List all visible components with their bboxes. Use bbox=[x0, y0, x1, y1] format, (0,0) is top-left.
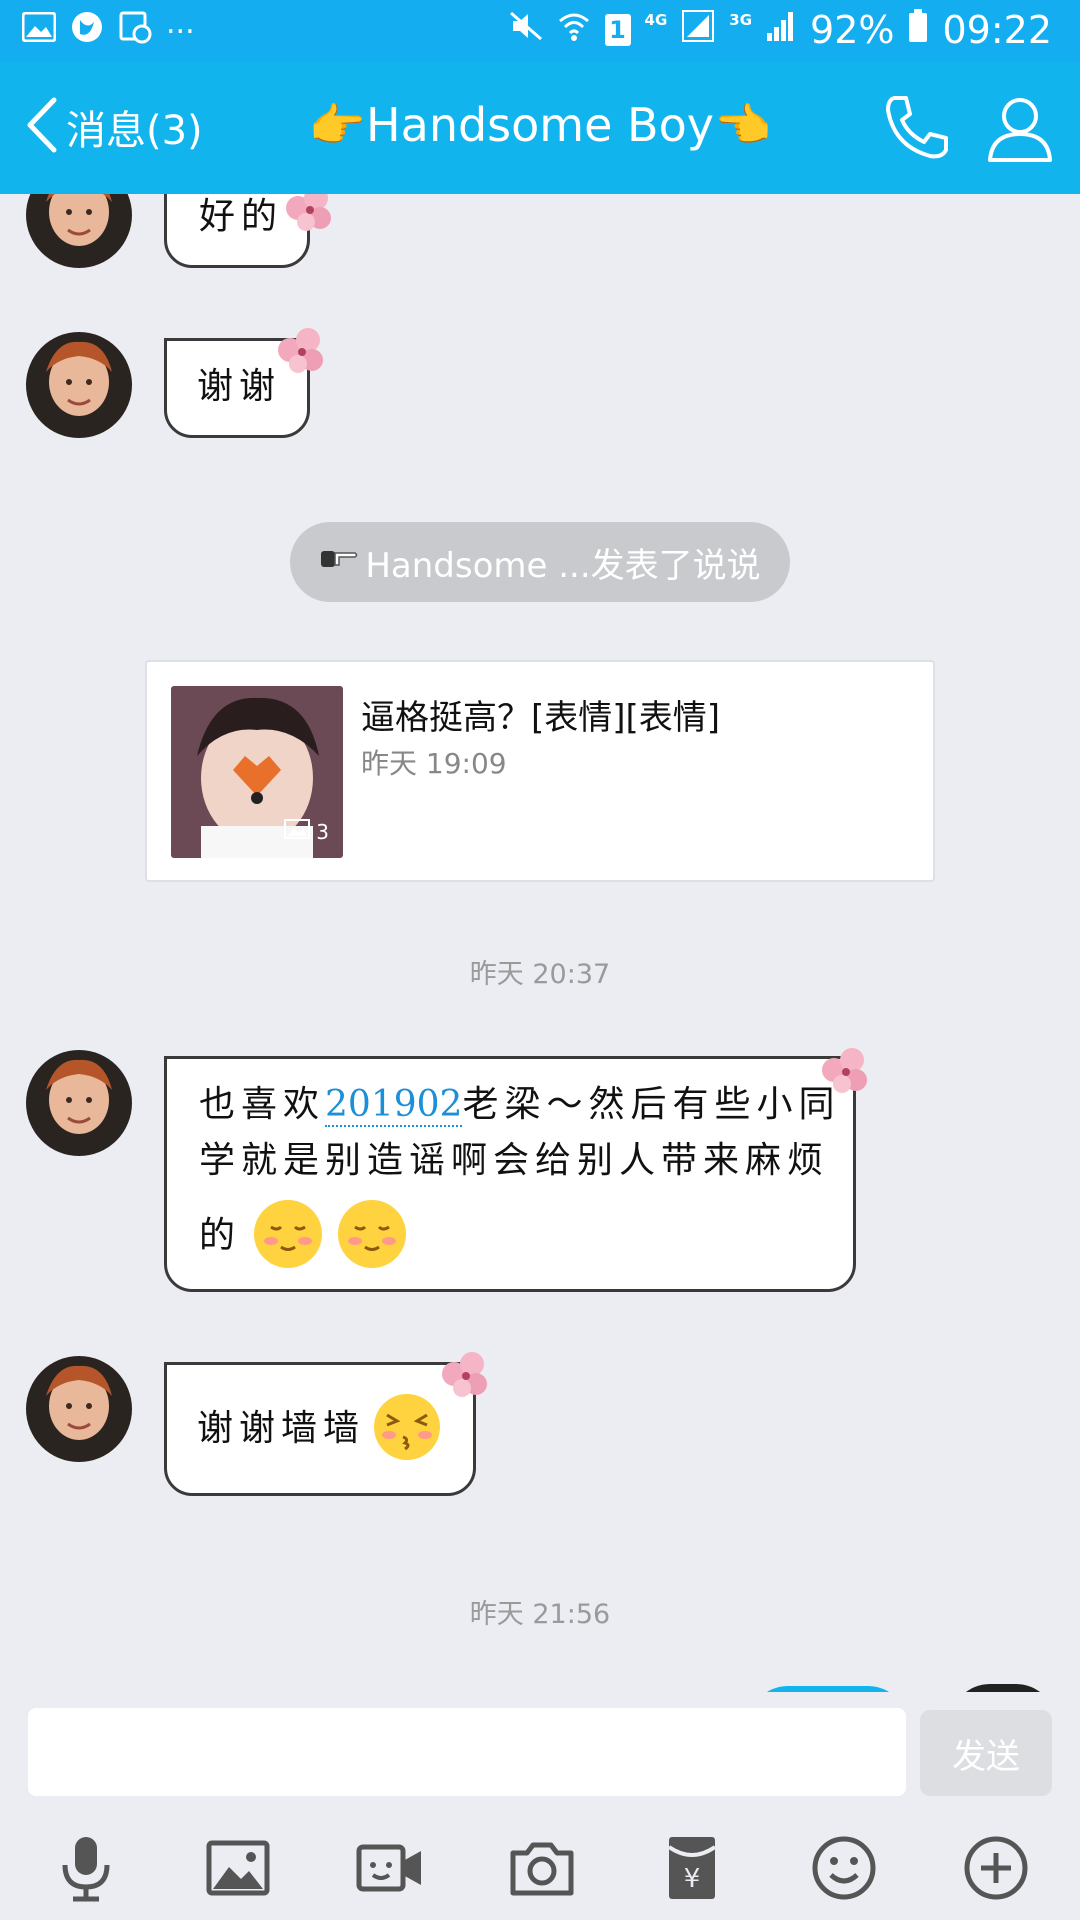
network-type-1: 4G bbox=[644, 11, 668, 29]
red-packet-button[interactable]: ¥ bbox=[654, 1832, 730, 1908]
shy-smile-emoji-icon bbox=[335, 1197, 409, 1275]
message-text-part: 学就是别造谣啊会给别人带来麻烦 bbox=[199, 1140, 830, 1181]
video-icon bbox=[355, 1833, 425, 1907]
signal-icon-1 bbox=[681, 8, 715, 52]
flower-sticker-icon bbox=[810, 1040, 882, 1104]
message-text: 也喜欢201902老梁～然后有些小同 学就是别造谣啊会给别人带来麻烦 的 bbox=[199, 1077, 839, 1275]
flower-sticker-icon bbox=[266, 320, 338, 384]
message-input[interactable] bbox=[28, 1708, 906, 1796]
calendar-notification-icon bbox=[118, 10, 152, 48]
avatar[interactable] bbox=[26, 332, 132, 438]
image-icon bbox=[203, 1833, 273, 1907]
red-packet-icon: ¥ bbox=[657, 1833, 727, 1907]
camera-icon bbox=[507, 1833, 577, 1907]
input-toolbar: ¥ bbox=[0, 1802, 1080, 1920]
emoji-icon bbox=[809, 1833, 879, 1907]
message-text-part: 老梁～然后有些小同 bbox=[462, 1084, 841, 1125]
gallery-notification-icon bbox=[21, 11, 57, 46]
chat-area[interactable]: 好的 谢谢 Handsome ...发表了说说 3 逼格挺高？[表情][表情] bbox=[0, 194, 1080, 1692]
message-bubble[interactable]: 也喜欢201902老梁～然后有些小同 学就是别造谣啊会给别人带来麻烦 的 bbox=[164, 1056, 856, 1292]
system-notice-text: Handsome ...发表了说说 bbox=[365, 545, 761, 586]
message-text-part: 也喜欢 bbox=[199, 1084, 326, 1125]
browser-notification-icon bbox=[70, 10, 104, 48]
system-notice[interactable]: Handsome ...发表了说说 bbox=[290, 522, 790, 602]
video-call-button[interactable] bbox=[352, 1832, 428, 1908]
post-title: 逼格挺高？[表情][表情] bbox=[361, 698, 721, 738]
overflow-notifications: ... bbox=[166, 5, 195, 41]
voice-button[interactable] bbox=[48, 1832, 124, 1908]
timestamp: 昨天 21:56 bbox=[469, 1599, 611, 1630]
call-button[interactable] bbox=[880, 92, 952, 164]
shy-smile-emoji-icon bbox=[251, 1197, 325, 1275]
person-icon bbox=[984, 98, 1056, 168]
status-bar: ... 1 4G 3G 92% 09:22 bbox=[0, 0, 1080, 62]
composer: 发送 bbox=[0, 1692, 1080, 1802]
post-time: 昨天 19:09 bbox=[361, 747, 507, 780]
message-text: 好的 bbox=[199, 196, 284, 237]
mute-icon bbox=[509, 8, 543, 52]
avatar[interactable] bbox=[26, 1356, 132, 1462]
phone-icon bbox=[880, 96, 952, 168]
image-count-value: 3 bbox=[316, 819, 329, 844]
message-link[interactable]: 201902 bbox=[325, 1084, 463, 1127]
own-avatar-partial[interactable] bbox=[950, 1684, 1056, 1692]
network-type-2: 3G bbox=[729, 11, 753, 29]
clock: 09:22 bbox=[942, 8, 1052, 52]
avatar[interactable] bbox=[26, 194, 132, 268]
pointing-hand-icon bbox=[319, 542, 359, 582]
flower-sticker-icon bbox=[430, 1344, 502, 1408]
wifi-icon bbox=[557, 8, 591, 52]
battery-percent: 92% bbox=[810, 8, 895, 52]
more-button[interactable] bbox=[958, 1832, 1034, 1908]
emoji-button[interactable] bbox=[806, 1832, 882, 1908]
message-text: 谢谢墙墙 bbox=[197, 1408, 366, 1449]
timestamp: 昨天 20:37 bbox=[469, 959, 611, 990]
avatar[interactable] bbox=[26, 1050, 132, 1156]
plus-icon bbox=[961, 1833, 1031, 1907]
svg-text:¥: ¥ bbox=[684, 1864, 701, 1894]
camera-button[interactable] bbox=[504, 1832, 580, 1908]
signal-icon-2 bbox=[766, 8, 796, 52]
mic-icon bbox=[51, 1833, 121, 1907]
profile-button[interactable] bbox=[984, 92, 1056, 164]
post-thumbnail: 3 bbox=[171, 686, 343, 858]
sim-slot-badge: 1 bbox=[604, 14, 631, 46]
battery-icon bbox=[908, 8, 928, 52]
image-count: 3 bbox=[284, 819, 329, 844]
gallery-button[interactable] bbox=[200, 1832, 276, 1908]
send-button[interactable]: 发送 bbox=[920, 1710, 1052, 1796]
shared-post-card[interactable]: 3 逼格挺高？[表情][表情] 昨天 19:09 bbox=[145, 660, 935, 882]
message-text-part: 的 bbox=[199, 1215, 242, 1256]
image-icon bbox=[284, 819, 311, 844]
chat-header: 消息(3) 👉Handsome Boy👈 bbox=[0, 62, 1080, 194]
flower-sticker-icon bbox=[274, 194, 346, 242]
